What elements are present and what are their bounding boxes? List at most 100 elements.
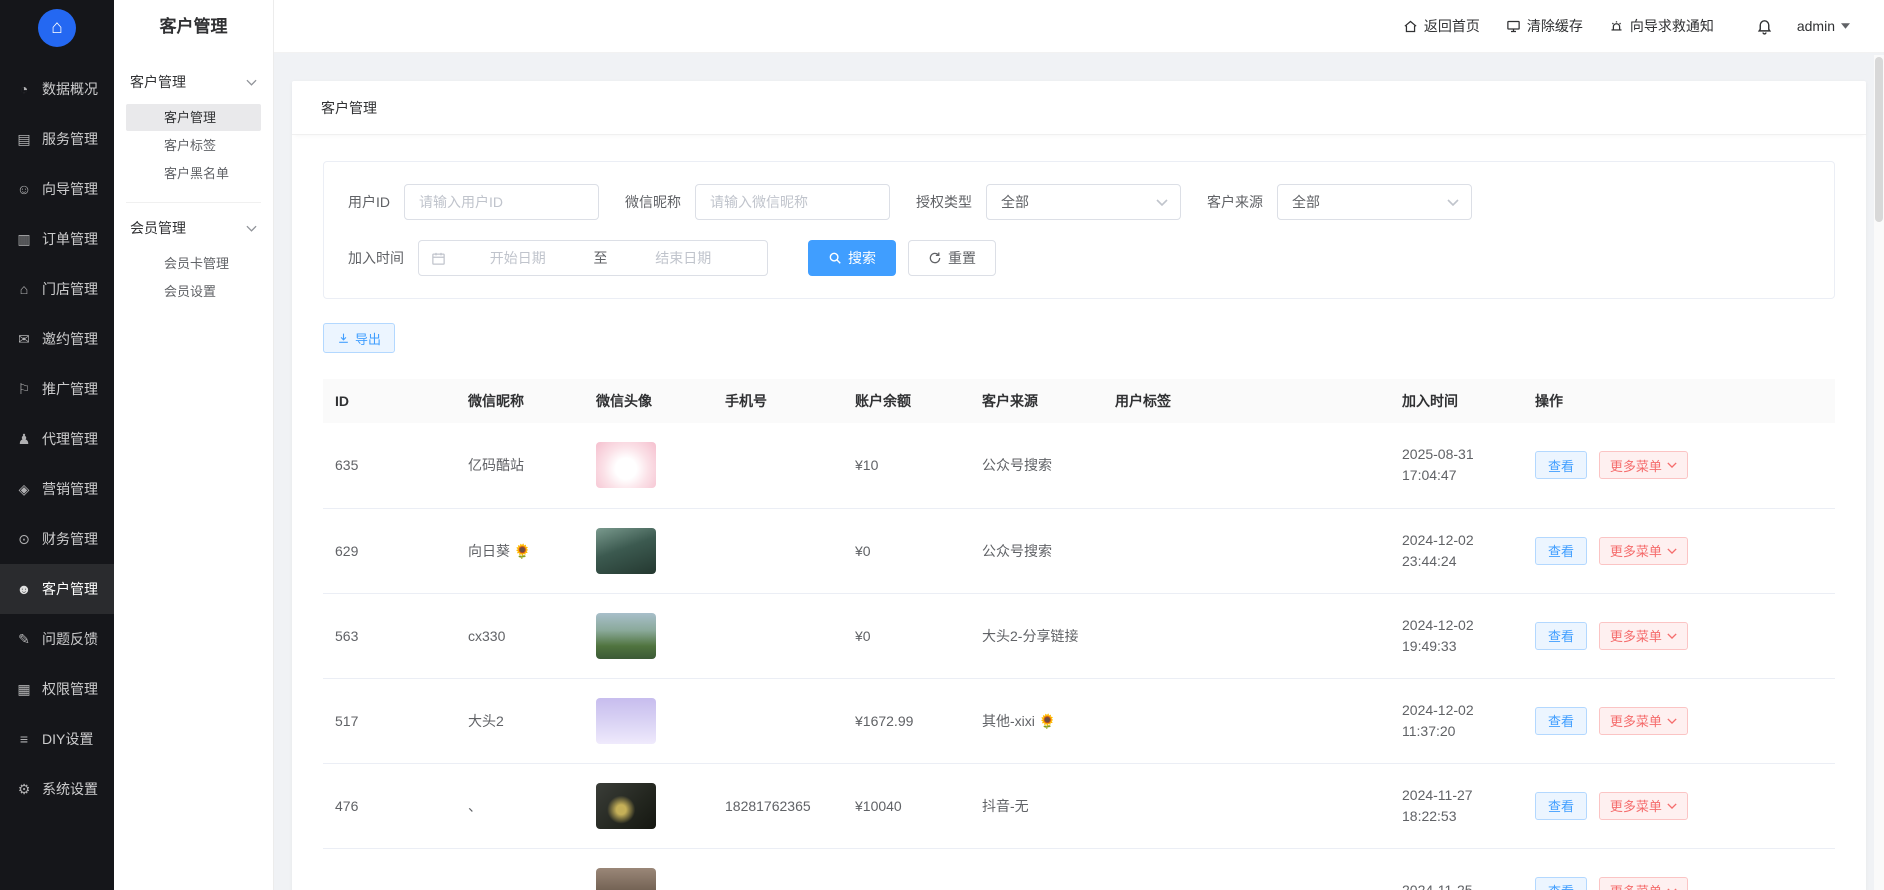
sidebar-item-finance[interactable]: ⊙ 财务管理 xyxy=(0,514,114,564)
filter-row-1: 用户ID 微信昵称 授权类型 全部 xyxy=(348,184,1810,220)
more-menu-button[interactable]: 更多菜单 xyxy=(1599,877,1688,890)
reset-button[interactable]: 重置 xyxy=(908,240,996,276)
cell-source: 公众号搜索 xyxy=(982,457,1052,473)
submenu-item-member-card[interactable]: 会员卡管理 xyxy=(126,250,261,277)
table-row: 517 大头2 ¥1672.99 其他-xixi 🌻 2024-12-02 11… xyxy=(323,678,1835,763)
cell-id: 629 xyxy=(335,543,358,559)
more-menu-button[interactable]: 更多菜单 xyxy=(1599,622,1688,650)
cell-balance: ¥0 xyxy=(855,628,871,644)
main-area: 返回首页 清除缓存 向导求救通知 admin 客户管理 xyxy=(274,0,1884,890)
view-button[interactable]: 查看 xyxy=(1535,707,1587,735)
chevron-down-icon xyxy=(1667,803,1677,809)
table-row: 2024-11-25 查看 更多菜单 xyxy=(323,848,1835,890)
submenu-group-header-customer[interactable]: 客户管理 xyxy=(126,63,261,101)
sidebar-item-store[interactable]: ⌂ 门店管理 xyxy=(0,264,114,314)
sidebar-item-data-overview[interactable]: ◔ 数据概况 xyxy=(0,64,114,114)
filter-user-id: 用户ID xyxy=(348,184,599,220)
topbar: 返回首页 清除缓存 向导求救通知 admin xyxy=(274,0,1884,53)
view-button[interactable]: 查看 xyxy=(1535,537,1587,565)
back-home-label: 返回首页 xyxy=(1424,16,1480,36)
date-separator: 至 xyxy=(590,248,612,268)
customers-icon: ☻ xyxy=(15,581,33,597)
cell-id: 476 xyxy=(335,798,358,814)
cell-join-time: 2024-11-25 xyxy=(1402,880,1511,890)
more-menu-button[interactable]: 更多菜单 xyxy=(1599,707,1688,735)
more-menu-button[interactable]: 更多菜单 xyxy=(1599,451,1688,479)
wechat-avatar-image xyxy=(596,613,656,659)
submenu-item-customer-tags[interactable]: 客户标签 xyxy=(126,132,261,159)
view-button[interactable]: 查看 xyxy=(1535,622,1587,650)
back-home-link[interactable]: 返回首页 xyxy=(1403,16,1480,36)
sidebar-item-promotion[interactable]: ⚐ 推广管理 xyxy=(0,364,114,414)
sidebar-item-label: 向导管理 xyxy=(42,179,98,199)
clear-cache-link[interactable]: 清除缓存 xyxy=(1506,16,1583,36)
cell-nickname: 、 xyxy=(468,798,482,814)
customer-source-label: 客户来源 xyxy=(1207,192,1263,212)
sidebar-item-system[interactable]: ⚙ 系统设置 xyxy=(0,764,114,814)
pencil-icon: ✎ xyxy=(15,631,33,648)
wechat-avatar-image xyxy=(596,868,656,890)
submenu-item-customer-manage[interactable]: 客户管理 xyxy=(126,104,261,131)
sidebar-item-feedback[interactable]: ✎ 问题反馈 xyxy=(0,614,114,664)
sidebar-item-invitation[interactable]: ✉ 邀约管理 xyxy=(0,314,114,364)
submenu-group-label: 会员管理 xyxy=(130,218,186,238)
cell-nickname: 亿码酷站 xyxy=(468,457,524,473)
sidebar-item-agent[interactable]: ♟ 代理管理 xyxy=(0,414,114,464)
view-button[interactable]: 查看 xyxy=(1535,451,1587,479)
sidebar-item-label: 权限管理 xyxy=(42,679,98,699)
grid-icon: ▦ xyxy=(15,681,33,698)
calendar-icon xyxy=(431,251,446,266)
submenu-item-customer-blacklist[interactable]: 客户黑名单 xyxy=(126,160,261,187)
sidebar-item-label: 服务管理 xyxy=(42,129,98,149)
join-time-range-picker[interactable]: 开始日期 至 结束日期 xyxy=(418,240,768,276)
cell-balance: ¥0 xyxy=(855,543,871,559)
sidebar-item-marketing[interactable]: ◈ 营销管理 xyxy=(0,464,114,514)
notification-bell-icon[interactable] xyxy=(1756,18,1773,35)
sidebar-item-service[interactable]: ▤ 服务管理 xyxy=(0,114,114,164)
sidebar-item-order[interactable]: ▥ 订单管理 xyxy=(0,214,114,264)
view-button[interactable]: 查看 xyxy=(1535,792,1587,820)
start-date-placeholder: 开始日期 xyxy=(446,248,590,268)
customer-source-select[interactable]: 全部 xyxy=(1277,184,1472,220)
user-menu[interactable]: admin xyxy=(1797,18,1850,34)
user-id-input[interactable] xyxy=(404,184,599,220)
pie-chart-icon: ◔ xyxy=(15,81,33,97)
wechat-avatar-image xyxy=(596,528,656,574)
sos-notice-link[interactable]: 向导求救通知 xyxy=(1609,16,1714,36)
view-button[interactable]: 查看 xyxy=(1535,877,1587,890)
auth-type-select[interactable]: 全部 xyxy=(986,184,1181,220)
more-menu-button[interactable]: 更多菜单 xyxy=(1599,537,1688,565)
app-logo-home-icon[interactable]: ⌂ xyxy=(38,9,76,47)
cell-source: 公众号搜索 xyxy=(982,543,1052,559)
nickname-input[interactable] xyxy=(695,184,890,220)
vertical-scrollbar xyxy=(1874,55,1884,890)
cell-balance: ¥10040 xyxy=(855,798,902,814)
sidebar-item-guide[interactable]: ☺ 向导管理 xyxy=(0,164,114,214)
wechat-avatar-image xyxy=(596,698,656,744)
more-menu-button[interactable]: 更多菜单 xyxy=(1599,792,1688,820)
sliders-icon: ≡ xyxy=(15,731,33,747)
submenu-group-header-member[interactable]: 会员管理 xyxy=(126,209,261,247)
sidebar-item-label: DIY设置 xyxy=(42,729,93,749)
sidebar-item-permission[interactable]: ▦ 权限管理 xyxy=(0,664,114,714)
siren-icon xyxy=(1609,19,1624,34)
wechat-avatar-image xyxy=(596,783,656,829)
clear-cache-icon xyxy=(1506,19,1521,34)
sidebar-item-customer[interactable]: ☻ 客户管理 xyxy=(0,564,114,614)
table-row: 476 、 18281762365 ¥10040 抖音-无 2024-11-27… xyxy=(323,763,1835,848)
col-header-nickname: 微信昵称 xyxy=(456,379,584,423)
scrollbar-thumb[interactable] xyxy=(1875,57,1883,222)
auth-type-label: 授权类型 xyxy=(916,192,972,212)
export-button[interactable]: 导出 xyxy=(323,323,395,353)
sidebar-item-label: 问题反馈 xyxy=(42,629,98,649)
chevron-down-icon xyxy=(1156,199,1168,206)
diamond-icon: ◈ xyxy=(15,481,33,498)
submenu-item-member-settings[interactable]: 会员设置 xyxy=(126,278,261,305)
sidebar-item-label: 代理管理 xyxy=(42,429,98,449)
cell-nickname: cx330 xyxy=(468,628,505,644)
main-sidebar-nav: ◔ 数据概况 ▤ 服务管理 ☺ 向导管理 ▥ 订单管理 ⌂ 门店管理 ✉ 邀约管… xyxy=(0,56,114,814)
cell-nickname: 向日葵 🌻 xyxy=(468,543,531,559)
search-button[interactable]: 搜索 xyxy=(808,240,896,276)
sidebar-item-diy[interactable]: ≡ DIY设置 xyxy=(0,714,114,764)
module-title: 客户管理 xyxy=(114,0,273,53)
